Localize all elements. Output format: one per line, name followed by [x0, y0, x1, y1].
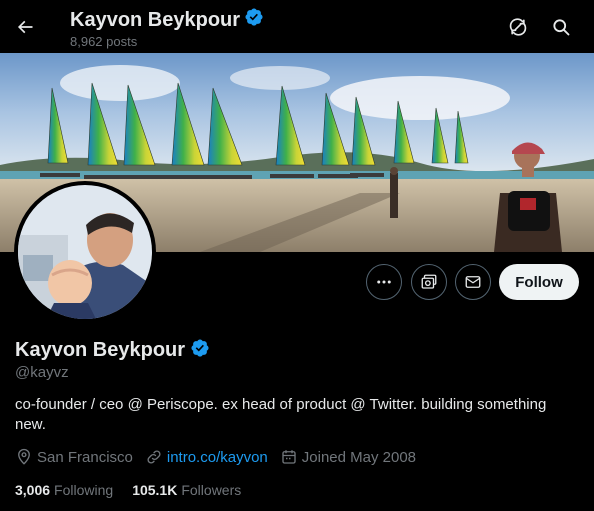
website-item[interactable]: intro.co/kayvon — [145, 448, 268, 466]
verified-badge-icon — [244, 7, 264, 32]
message-icon — [465, 276, 481, 288]
joined-text: Joined May 2008 — [301, 448, 417, 466]
post-count: 8,962 posts — [70, 34, 138, 49]
top-bar: Kayvon Beykpour 8,962 posts — [0, 0, 594, 53]
follow-button[interactable]: Follow — [499, 264, 579, 300]
website-link[interactable]: intro.co/kayvon — [167, 449, 268, 466]
following-label: Following — [54, 482, 114, 498]
location-item: San Francisco — [15, 448, 133, 466]
search-icon[interactable] — [545, 11, 577, 43]
profile-stats: 3,006 Following 105.1K Followers — [15, 482, 260, 498]
subscribe-icon — [421, 274, 437, 289]
location-icon — [18, 448, 30, 465]
joined-item: Joined May 2008 — [280, 448, 416, 466]
link-icon — [147, 450, 161, 464]
profile-meta: San Francisco intro.co/kayvon Joined May… — [15, 448, 428, 466]
followers-count: 105.1K — [132, 482, 178, 498]
subscribe-button[interactable] — [411, 264, 447, 300]
profile-name: Kayvon Beykpour — [15, 339, 186, 361]
following-count: 3,006 — [15, 482, 51, 498]
followers-stat[interactable]: 105.1K Followers — [132, 482, 241, 498]
profile-bio: co-founder / ceo @ Periscope. ex head of… — [15, 396, 547, 433]
more-button[interactable] — [366, 264, 402, 300]
refresh-icon[interactable] — [502, 11, 534, 43]
profile-handle: @kayvz — [15, 364, 69, 381]
verified-badge-icon[interactable] — [190, 338, 210, 363]
following-stat[interactable]: 3,006 Following — [15, 482, 113, 498]
message-button[interactable] — [455, 264, 491, 300]
header-title: Kayvon Beykpour — [70, 8, 241, 31]
followers-label: Followers — [181, 482, 242, 498]
calendar-icon — [282, 450, 296, 464]
more-icon — [377, 280, 391, 284]
avatar[interactable] — [14, 181, 156, 323]
header-title-block: Kayvon Beykpour 8,962 posts — [70, 7, 264, 49]
profile-name-row: Kayvon Beykpour — [15, 338, 210, 363]
back-arrow-icon[interactable] — [8, 10, 42, 44]
location-text: San Francisco — [37, 448, 133, 466]
